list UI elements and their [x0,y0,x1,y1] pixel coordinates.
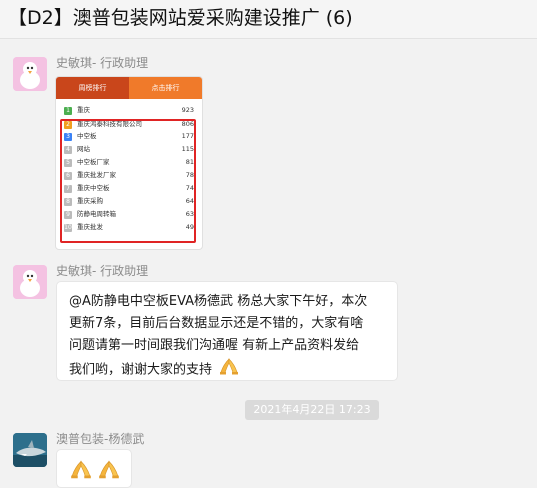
sender-name: 史敏琪- 行政助理 [56,264,149,278]
sender-name: 史敏琪- 行政助理 [56,56,149,70]
message-line: @A防静电中空板EVA杨德武 杨总大家下午好，本次 [69,294,368,309]
folded-hands-icon [69,459,93,483]
shark-avatar-icon [13,433,47,467]
chat-title: 【D2】澳普包装网站爱采购建设推广 (6) [8,7,353,29]
tab-weekly: 周榜排行 [56,77,129,99]
timestamp: 2021年4月22日 17:23 [245,400,379,420]
ranking-image[interactable]: 周榜排行 点击排行 1 重庆 923 2 重庆鸿泰科技有限公司 806 3 中空… [55,76,203,250]
bird-avatar-icon [13,57,47,91]
message-line-text: 我们哟，谢谢大家的支持 [69,362,213,378]
sender-name: 澳普包装-杨德武 [56,432,145,446]
rank-value: 923 [181,106,194,114]
sender-avatar[interactable] [13,433,47,467]
tab-clicks: 点击排行 [129,77,202,99]
highlight-frame [60,119,196,243]
folded-hands-icon [218,357,240,383]
message-line: 我们哟，谢谢大家的支持 [69,357,387,383]
message-bubble[interactable]: @A防静电中空板EVA杨德武 杨总大家下午好，本次 更新7条，目前后台数据显示还… [56,281,398,381]
message-line: 更新7条，目前后台数据显示还是不错的，大家有啥 [69,316,364,331]
sender-avatar[interactable] [13,57,47,91]
chat-header: 【D2】澳普包装网站爱采购建设推广 (6) [0,0,537,39]
bird-avatar-icon [13,265,47,299]
emoji-message-bubble[interactable] [56,449,132,488]
ranking-tabs: 周榜排行 点击排行 [56,77,202,99]
rank-name: 重庆 [77,106,90,114]
folded-hands-icon [97,459,121,483]
rank-number: 1 [64,107,72,115]
ranking-row: 1 重庆 923 [62,104,198,117]
sender-avatar[interactable] [13,265,47,299]
message-text: @A防静电中空板EVA杨德武 杨总大家下午好，本次 更新7条，目前后台数据显示还… [69,291,387,383]
message-line: 问题请第一时间跟我们沟通喔 有新上产品资料发给 [69,338,360,353]
